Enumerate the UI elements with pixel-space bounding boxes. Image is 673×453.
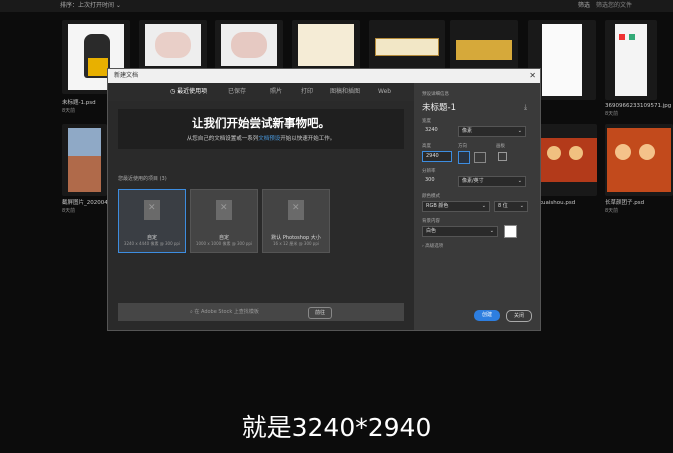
preset-pane: 让我们开始尝试新事物吧。 从您自己的文档设置或一系列文档预设开始以快速开始工作。… — [108, 101, 414, 330]
document-icon — [144, 200, 160, 220]
width-input[interactable]: 3240 — [422, 126, 448, 137]
filter-input[interactable]: 筛选您的文件 — [596, 0, 632, 12]
colormode-select[interactable]: RGB 颜色 ⌄ — [422, 201, 490, 212]
preset-name: 自定 — [218, 235, 229, 241]
dialog-title: 新建文档 — [114, 72, 139, 79]
file-thumb-2[interactable] — [139, 20, 207, 70]
document-icon — [216, 200, 232, 220]
video-subtitle: 就是3240*2940 — [241, 413, 432, 442]
file-date-1: 8天前 — [62, 108, 76, 114]
hero-banner: 让我们开始尝试新事物吧。 从您自己的文档设置或一系列文档预设开始以快速开始工作。 — [118, 109, 404, 149]
search-go-button[interactable]: 前往 — [308, 307, 332, 319]
file-name-10: kuaishou.psd — [539, 200, 576, 206]
new-document-dialog: 新建文档 ✕ ◷ 最近使用项 已保存 照片 打印 图稿和插图 Web 让我们开始… — [107, 68, 541, 331]
height-input[interactable]: 2940 — [422, 151, 452, 162]
tab-recent[interactable]: ◷ 最近使用项 — [170, 83, 208, 102]
hero-title: 让我们开始尝试新事物吧。 — [192, 116, 330, 130]
hero-subtitle: 从您自己的文档设置或一系列文档预设开始以快速开始工作。 — [186, 136, 336, 142]
recent-label: 您最近使用的项目 (3) — [118, 176, 167, 182]
preset-desc: 1000 x 1000 像素 @ 300 ppi — [195, 241, 253, 246]
file-date-8: 8天前 — [605, 111, 619, 117]
colormode-label: 颜色模式 — [422, 194, 440, 199]
preset-card-3[interactable]: 默认 Photoshop 大小 16 x 12 厘米 @ 300 ppi — [262, 189, 330, 253]
stock-search-input[interactable]: ⌕ 在 Adobe Stock 上查找模板 — [190, 303, 259, 321]
tab-web[interactable]: Web — [378, 83, 391, 101]
preset-desc: 3240 x 4440 像素 @ 300 ppi — [123, 241, 181, 246]
tab-photo[interactable]: 照片 — [270, 83, 282, 101]
bitdepth-select[interactable]: 8 位 ⌄ — [494, 201, 528, 212]
save-preset-icon[interactable]: ⤓ — [524, 103, 527, 112]
bg-select[interactable]: 白色 ⌄ — [422, 226, 498, 237]
landscape-button[interactable] — [474, 152, 486, 163]
close-icon[interactable]: ✕ — [529, 69, 536, 83]
file-thumb-3[interactable] — [215, 20, 283, 70]
file-thumb-10[interactable] — [539, 124, 597, 196]
resolution-unit-select[interactable]: 像素/英寸 ⌄ — [458, 176, 526, 187]
preset-name: 默认 Photoshop 大小 — [271, 235, 321, 241]
bg-color-swatch[interactable] — [504, 225, 517, 238]
sort-dropdown[interactable]: 排序：上次打开时间 ⌄ — [60, 0, 121, 12]
file-thumb-5[interactable] — [369, 20, 445, 70]
portrait-button[interactable] — [458, 151, 470, 164]
preset-tabs: ◷ 最近使用项 已保存 照片 打印 图稿和插图 Web — [108, 83, 414, 102]
file-thumb-8[interactable] — [605, 20, 657, 100]
file-name-1: 未标题-1.psd — [62, 100, 96, 106]
presets-link[interactable]: 文档预设 — [258, 136, 280, 142]
file-date-9: 8天前 — [62, 208, 76, 214]
tab-art[interactable]: 图稿和插图 — [330, 83, 360, 101]
width-unit-select[interactable]: 像素 ⌄ — [458, 126, 526, 137]
height-label: 高度 — [422, 144, 431, 149]
filter-label[interactable]: 筛选 — [578, 0, 590, 12]
preset-name: 自定 — [146, 235, 157, 241]
create-button[interactable]: 创建 — [474, 310, 500, 321]
file-thumb-11[interactable] — [605, 124, 673, 196]
details-section-label: 预设详细信息 — [422, 92, 449, 97]
doc-name-field[interactable]: 未标题-1 — [422, 101, 456, 113]
dialog-titlebar: 新建文档 — [108, 69, 540, 83]
orientation-label: 方向 — [458, 144, 467, 149]
file-name-9: 截屏图片_2020042 — [62, 200, 112, 206]
resolution-label: 分辨率 — [422, 169, 436, 174]
artboard-checkbox[interactable] — [498, 152, 507, 161]
file-thumb-9[interactable] — [62, 124, 107, 196]
document-icon — [288, 200, 304, 220]
preset-desc: 16 x 12 厘米 @ 300 ppi — [273, 241, 319, 246]
file-name-8: 3690966233109571.jpg — [605, 103, 672, 109]
advanced-options-toggle[interactable]: › 高级选项 — [422, 243, 443, 249]
tab-print[interactable]: 打印 — [301, 83, 313, 101]
bg-label: 背景内容 — [422, 219, 440, 224]
preset-card-1[interactable]: 自定 3240 x 4440 像素 @ 300 ppi — [118, 189, 186, 253]
tab-saved[interactable]: 已保存 — [228, 83, 246, 101]
file-date-11: 8天前 — [605, 208, 619, 214]
width-label: 宽度 — [422, 119, 431, 124]
artboard-label: 画板 — [496, 144, 505, 149]
close-button[interactable]: 关闭 — [506, 310, 532, 322]
preset-card-2[interactable]: 自定 1000 x 1000 像素 @ 300 ppi — [190, 189, 258, 253]
file-thumb-6[interactable] — [450, 20, 518, 70]
resolution-input[interactable]: 300 — [422, 176, 452, 187]
file-thumb-4[interactable] — [292, 20, 360, 70]
stock-search-bar: ⌕ 在 Adobe Stock 上查找模板 前往 — [118, 303, 404, 321]
file-name-11: 长草颜团子.psd — [605, 200, 645, 206]
top-bar: 排序：上次打开时间 ⌄ 筛选 筛选您的文件 — [0, 0, 673, 12]
preset-details-panel: 预设详细信息 未标题-1 ⤓ 宽度 3240 像素 ⌄ 高度 2940 方向 画板… — [414, 83, 540, 330]
